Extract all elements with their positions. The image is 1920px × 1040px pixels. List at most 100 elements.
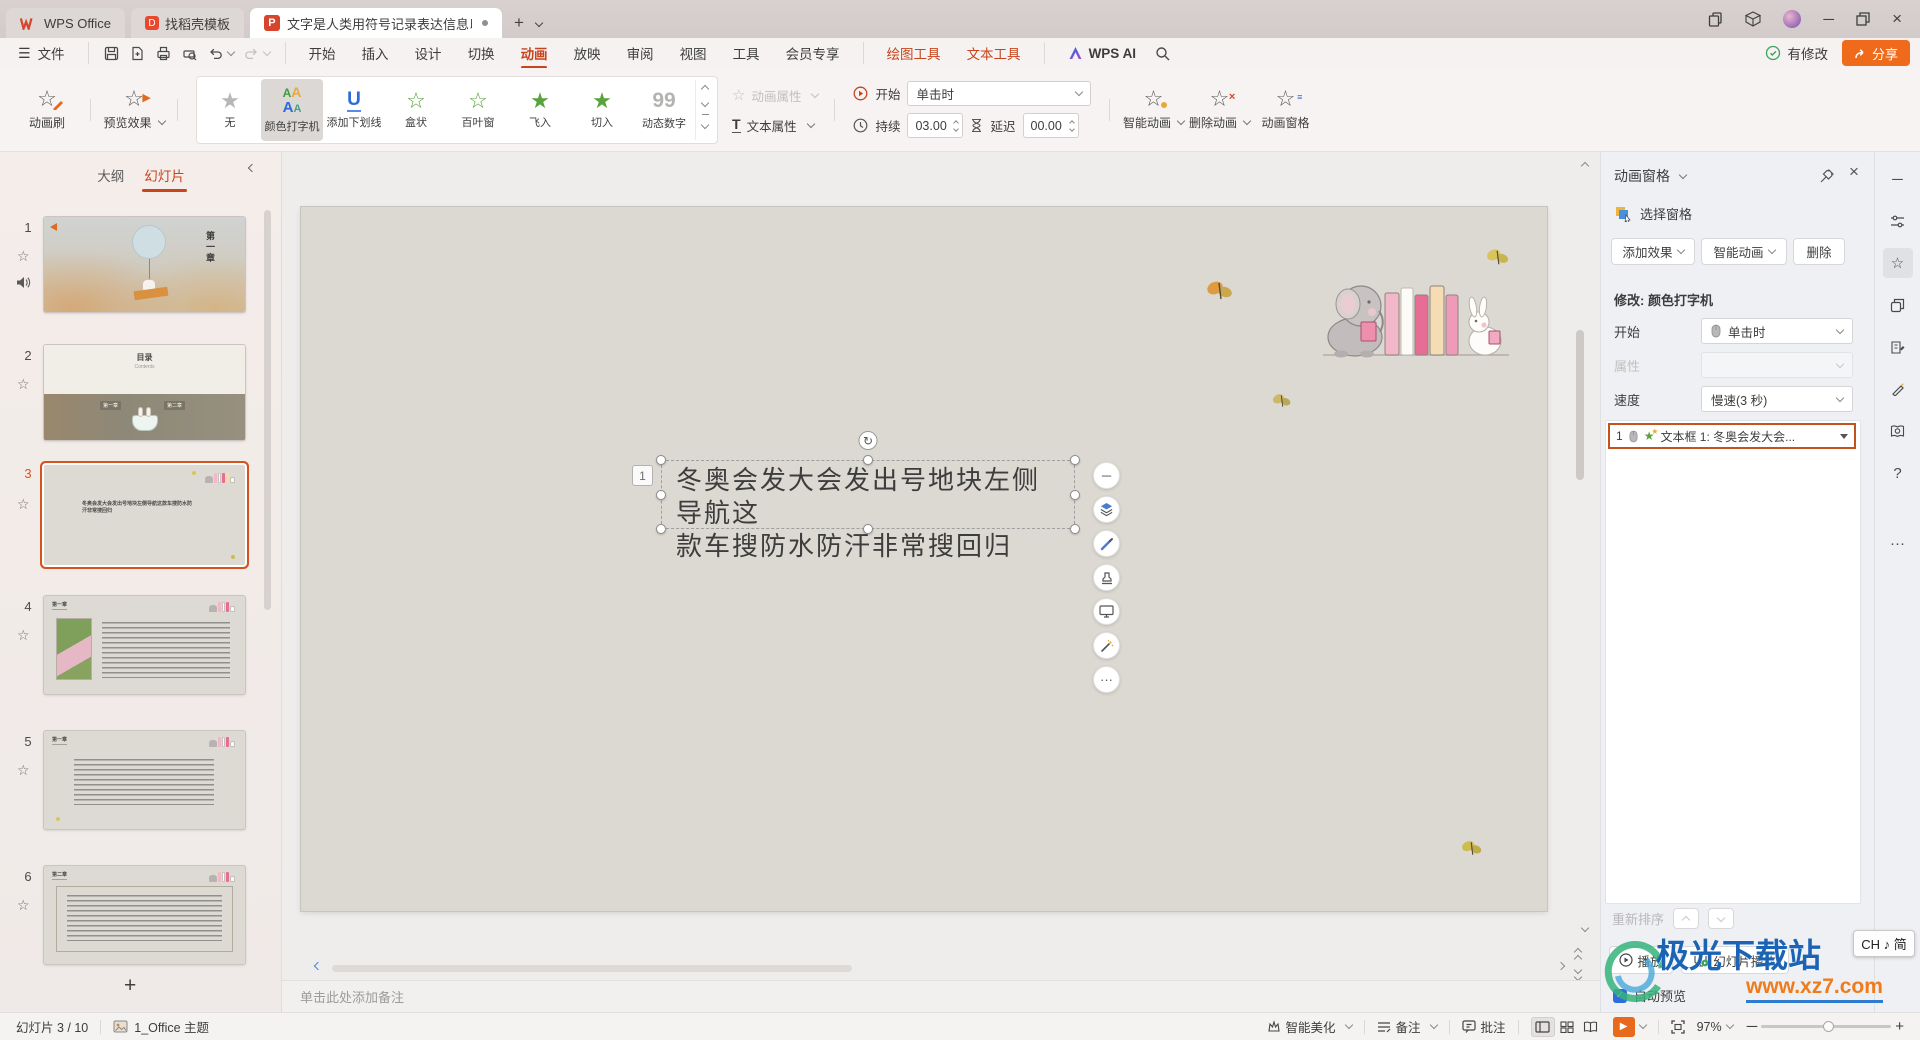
menu-tab-design[interactable]: 设计 — [402, 38, 455, 68]
slideshow-from-current-button[interactable]: ▶ — [1613, 1017, 1635, 1037]
fit-slide-icon[interactable] — [1671, 1020, 1685, 1034]
save-button[interactable] — [99, 42, 125, 64]
smart-beautify-button[interactable]: 智能美化 — [1267, 1017, 1352, 1036]
float-collapse-button[interactable]: ─ — [1093, 462, 1120, 489]
tab-slides[interactable]: 幻灯片 — [144, 165, 185, 185]
float-screen-button[interactable] — [1093, 598, 1120, 625]
float-brush-button[interactable] — [1093, 530, 1120, 557]
zoom-slider-thumb[interactable] — [1823, 1021, 1834, 1032]
menu-tab-text-tools[interactable]: 文本工具 — [954, 38, 1034, 68]
animation-pane-title-dropdown[interactable]: 动画窗格 — [1614, 166, 1686, 186]
resize-handle-nw[interactable] — [656, 455, 666, 465]
menu-tab-review[interactable]: 审阅 — [614, 38, 667, 68]
print-button[interactable] — [151, 42, 177, 64]
panel-scrollbar[interactable] — [264, 210, 271, 610]
zoom-out-button[interactable]: ─ — [1747, 1018, 1758, 1035]
gallery-item-cut-in[interactable]: ★ 切入 — [571, 79, 633, 141]
rail-settings-icon[interactable] — [1883, 206, 1913, 236]
delay-spinner[interactable]: 00.00 — [1023, 113, 1079, 138]
smart-animation-button[interactable]: ☆ 智能动画 — [1120, 74, 1186, 146]
gallery-expand[interactable] — [702, 114, 709, 133]
new-slide-button[interactable]: + — [124, 974, 136, 998]
gallery-scroll-up[interactable] — [701, 85, 709, 93]
duration-spinner[interactable]: 03.00 — [907, 113, 963, 138]
delete-animation-button[interactable]: ☆× 删除动画 — [1186, 74, 1252, 146]
gallery-item-underline[interactable]: U 添加下划线 — [323, 79, 385, 141]
rail-pen-icon[interactable] — [1883, 374, 1913, 404]
menu-tab-home[interactable]: 开始 — [296, 38, 349, 68]
menu-tab-transition[interactable]: 切换 — [455, 38, 508, 68]
gallery-item-fly-in[interactable]: ★ 飞入 — [509, 79, 571, 141]
scroll-down-arrow[interactable] — [1581, 924, 1589, 932]
tab-current-document[interactable]: P 文字是人类用符号记录表达信息以 — [250, 8, 502, 38]
speed-select[interactable]: 慢速(3 秒) — [1701, 386, 1853, 412]
slideshow-play-button[interactable]: 幻灯片播放 — [1681, 946, 1789, 974]
menu-tab-tools[interactable]: 工具 — [720, 38, 773, 68]
vertical-scroll-thumb[interactable] — [1576, 330, 1584, 480]
slide-thumbnail-4[interactable]: 第一章 — [44, 596, 245, 694]
smart-animation-pane-button[interactable]: 智能动画 — [1701, 238, 1787, 265]
menu-tab-member[interactable]: 会员专享 — [773, 38, 853, 68]
preview-effect-button[interactable]: ☆▶ 预览效果 — [101, 74, 167, 146]
float-stamp-button[interactable] — [1093, 564, 1120, 591]
wps-ai-button[interactable]: WPS AI — [1055, 38, 1150, 68]
comment-button[interactable]: 批注 — [1462, 1017, 1506, 1036]
reorder-down-button[interactable] — [1708, 908, 1734, 929]
file-menu[interactable]: ☰ 文件 — [0, 38, 78, 68]
export-pdf-button[interactable] — [125, 42, 151, 64]
sync-status[interactable]: 有修改 — [1765, 43, 1828, 63]
rail-shapes-icon[interactable] — [1883, 290, 1913, 320]
rotate-handle[interactable]: ↻ — [859, 431, 878, 450]
resize-handle-ne[interactable] — [1070, 455, 1080, 465]
minimize-button[interactable]: ─ — [1823, 11, 1834, 28]
zoom-in-button[interactable]: + — [1895, 1018, 1904, 1035]
scroll-left-arrow[interactable] — [314, 962, 322, 970]
slide-thumbnail-6[interactable]: 第二章 — [44, 866, 245, 964]
resize-handle-w[interactable] — [656, 490, 666, 500]
slide-thumbnail-5[interactable]: 第一章 — [44, 731, 245, 829]
add-effect-button[interactable]: 添加效果 — [1611, 238, 1695, 265]
tab-docer-templates[interactable]: D 找稻壳模板 — [131, 8, 244, 38]
scroll-right-arrow[interactable] — [1557, 962, 1565, 970]
resize-handle-sw[interactable] — [656, 524, 666, 534]
float-layers-button[interactable] — [1093, 496, 1120, 523]
slideshow-options-dropdown[interactable] — [1638, 1021, 1646, 1029]
print-preview-button[interactable] — [177, 42, 203, 64]
rail-help-icon[interactable]: ? — [1883, 458, 1913, 488]
search-icon[interactable] — [1149, 42, 1175, 64]
zoom-percentage[interactable]: 97% — [1697, 1020, 1722, 1034]
next-slide-button[interactable] — [1575, 960, 1581, 980]
slide-sorter-view-button[interactable] — [1555, 1017, 1579, 1037]
close-button[interactable]: × — [1892, 9, 1902, 29]
share-button[interactable]: 分享 — [1842, 40, 1910, 66]
slide-thumbnail-2[interactable]: 目录 Contents 第一章 第二章 — [44, 345, 245, 440]
selection-pane-button[interactable]: 选择窗格 — [1615, 204, 1692, 223]
reorder-up-button[interactable] — [1673, 908, 1699, 929]
rail-animation-pane-icon[interactable]: ☆ — [1883, 248, 1913, 278]
horizontal-scrollbar[interactable] — [302, 963, 1572, 975]
menu-tab-draw-tools[interactable]: 绘图工具 — [874, 38, 954, 68]
new-tab-button[interactable]: + — [514, 13, 524, 33]
menu-tab-slideshow[interactable]: 放映 — [561, 38, 614, 68]
zoom-dropdown[interactable] — [1725, 1021, 1733, 1029]
close-pane-button[interactable]: × — [1849, 162, 1859, 182]
gallery-item-none[interactable]: ★ 无 — [199, 79, 261, 141]
resize-handle-e[interactable] — [1070, 490, 1080, 500]
menu-tab-animation[interactable]: 动画 — [508, 38, 561, 68]
gallery-item-color-typewriter[interactable]: AAAA 颜色打字机 — [261, 79, 323, 141]
delete-effect-button[interactable]: 删除 — [1793, 238, 1845, 265]
animation-pane-button[interactable]: ☆≡ 动画窗格 — [1252, 74, 1318, 146]
theme-name[interactable]: 1_Office 主题 — [134, 1017, 209, 1036]
gallery-item-blinds[interactable]: ☆ 百叶窗 — [447, 79, 509, 141]
vertical-scrollbar[interactable] — [1574, 156, 1586, 974]
undo-button[interactable] — [203, 42, 239, 64]
duration-spin-arrows[interactable] — [954, 121, 958, 131]
resize-handle-s[interactable] — [863, 524, 873, 534]
rail-more-icon[interactable]: ··· — [1883, 528, 1913, 558]
tab-outline[interactable]: 大纲 — [97, 165, 124, 185]
redo-button[interactable] — [239, 42, 275, 64]
previous-slide-button[interactable] — [1575, 942, 1581, 962]
start-select[interactable]: 单击时 — [907, 81, 1091, 106]
slide-editing-surface[interactable]: 1 ↻ 冬奥会发大会发出号地块左侧导航这款车搜防水防汗非常搜回归 ─ — [301, 207, 1547, 911]
notes-bar[interactable]: 单击此处添加备注 — [282, 980, 1600, 1012]
